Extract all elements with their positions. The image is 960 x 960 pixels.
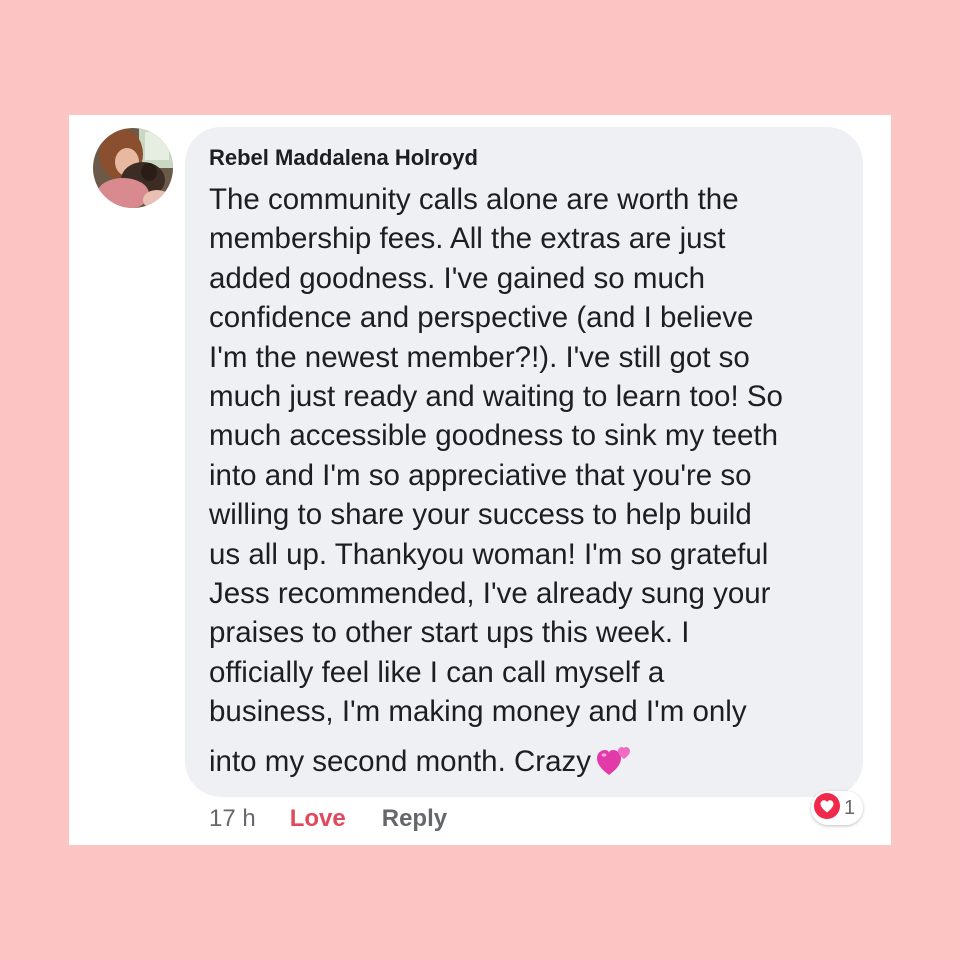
love-button[interactable]: Love [290,805,346,833]
comment-actions: 17 h Love Reply [209,804,447,834]
reaction-summary[interactable]: 1 [811,791,864,825]
comment-timestamp[interactable]: 17 h [209,805,256,833]
comment-line: us all up. Thankyou woman! I'm so gratef… [209,537,769,571]
comment-line: officially feel like I can call myself a [209,655,665,689]
comment-line: into my second month. Crazy [209,744,592,778]
comment-author[interactable]: Rebel Maddalena Holroyd [209,145,478,171]
comment-bubble: Rebel Maddalena Holroyd The community ca… [185,127,863,797]
two-hearts-icon [597,745,633,787]
comment-line: membership fees. All the extras are just [209,222,726,256]
comment-text: The community calls alone are worth the … [209,180,849,787]
comment-line: business, I'm making money and I'm only [209,695,747,729]
avatar[interactable] [93,128,173,208]
comment-line: much accessible goodness to sink my teet… [209,419,778,453]
love-reaction-icon [813,792,841,825]
comment-line-last: into my second month. Crazy [209,742,849,787]
comment-line: I'm the newest member?!). I've still got… [209,340,750,374]
comment-line: much just ready and waiting to learn too… [209,380,783,414]
comment-line: The community calls alone are worth the [209,183,739,216]
comment-line: confidence and perspective (and I believ… [209,301,754,335]
comment-line: added goodness. I've gained so much [209,261,706,295]
comment-card: Rebel Maddalena Holroyd The community ca… [69,115,891,845]
reaction-count: 1 [844,796,856,819]
reply-button[interactable]: Reply [382,805,447,833]
comment-line: willing to share your success to help bu… [209,498,752,532]
avatar-photo [93,128,173,208]
comment-line: Jess recommended, I've already sung your [209,577,771,611]
comment-line: into and I'm so appreciative that you're… [209,458,752,492]
comment-line: praises to other start ups this week. I [209,616,690,650]
